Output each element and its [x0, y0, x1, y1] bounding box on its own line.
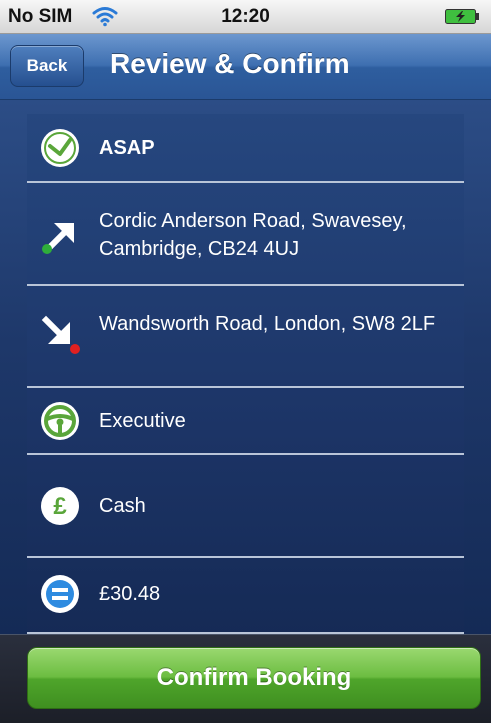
payment-method-text: Cash [99, 495, 146, 517]
vehicle-type-text: Executive [99, 410, 186, 432]
status-bar: No SIM 12:20 [0, 0, 491, 34]
booking-summary-list: ASAP Cordic Anderson Road, Swavesey, Cam… [27, 114, 464, 640]
dropoff-arrow-icon [41, 315, 80, 354]
dropoff-address-text: Wandsworth Road, London, SW8 2LF [99, 313, 436, 335]
vehicle-type-row[interactable]: Executive [27, 388, 464, 455]
dropoff-address-row[interactable]: Wandsworth Road, London, SW8 2LF [27, 286, 464, 388]
back-button[interactable]: Back [10, 45, 84, 87]
clock-icon [41, 129, 79, 167]
page-title: Review & Confirm [110, 48, 350, 79]
confirm-booking-button[interactable]: Confirm Booking [27, 647, 481, 709]
steering-wheel-icon [41, 402, 79, 440]
booking-time-text: ASAP [99, 137, 155, 159]
content-area: ASAP Cordic Anderson Road, Swavesey, Cam… [0, 100, 491, 640]
price-text: £30.48 [99, 583, 161, 605]
status-time: 12:20 [221, 6, 270, 27]
booking-time-row[interactable]: ASAP [27, 114, 464, 183]
navigation-bar: Back Review & Confirm [0, 34, 491, 100]
pound-icon: £ [41, 487, 79, 525]
pickup-arrow-icon [42, 223, 74, 254]
pickup-address-text: Cordic Anderson Road, Swavesey, Cambridg… [99, 210, 407, 260]
battery-charging-icon [445, 9, 479, 24]
equals-icon [41, 575, 79, 613]
pickup-address-row[interactable]: Cordic Anderson Road, Swavesey, Cambridg… [27, 183, 464, 286]
price-row: £30.48 [27, 558, 464, 634]
payment-method-row[interactable]: £ Cash [27, 455, 464, 558]
svg-text:£: £ [53, 493, 67, 520]
bottom-bar: Confirm Booking [0, 634, 491, 723]
